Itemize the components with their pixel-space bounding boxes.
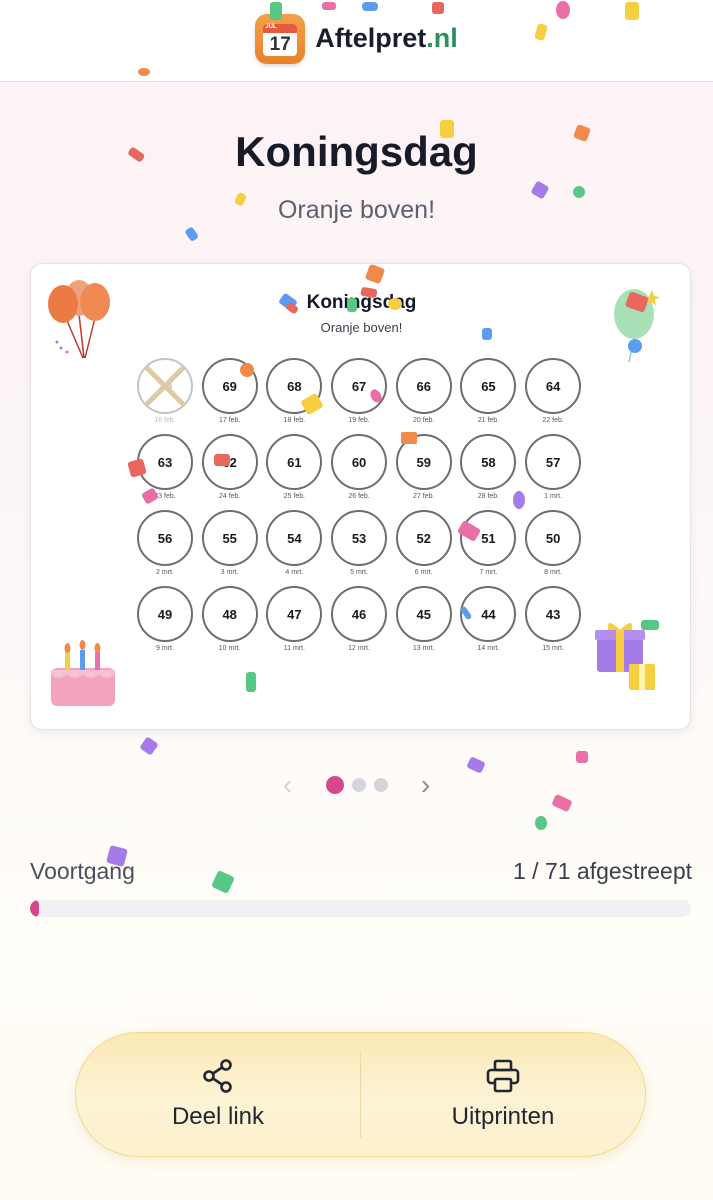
print-button[interactable]: Uitprinten <box>361 1033 645 1156</box>
pager-dot-3[interactable] <box>373 778 388 792</box>
chevron-left-icon[interactable]: ‹ <box>276 771 300 799</box>
action-bar: Deel link Uitprinten <box>75 1032 646 1157</box>
pager-dots <box>325 776 388 794</box>
share-icon <box>203 1058 232 1093</box>
page-subtitle: Oranje boven! <box>277 196 436 224</box>
pager-dot-1[interactable] <box>325 776 344 794</box>
chevron-right-icon[interactable]: › <box>414 771 438 799</box>
print-label: Uitprinten <box>451 1102 555 1130</box>
carousel-pager: ‹ › <box>0 770 713 800</box>
share-link-label: Deel link <box>171 1102 265 1130</box>
printer-icon <box>486 1059 520 1092</box>
pager-dot-2[interactable] <box>351 778 366 792</box>
progress-count: 1 / 71 afgestreept <box>512 858 692 884</box>
countdown-card: Koningsdag Oranje boven! 7016 feb.6917 f… <box>30 263 691 730</box>
share-link-button[interactable]: Deel link <box>76 1033 360 1156</box>
progress-bar <box>30 900 691 917</box>
card-confetti-decoration <box>127 264 525 692</box>
page-title: Koningsdag <box>235 128 478 175</box>
progress-label: Voortgang <box>30 858 135 884</box>
